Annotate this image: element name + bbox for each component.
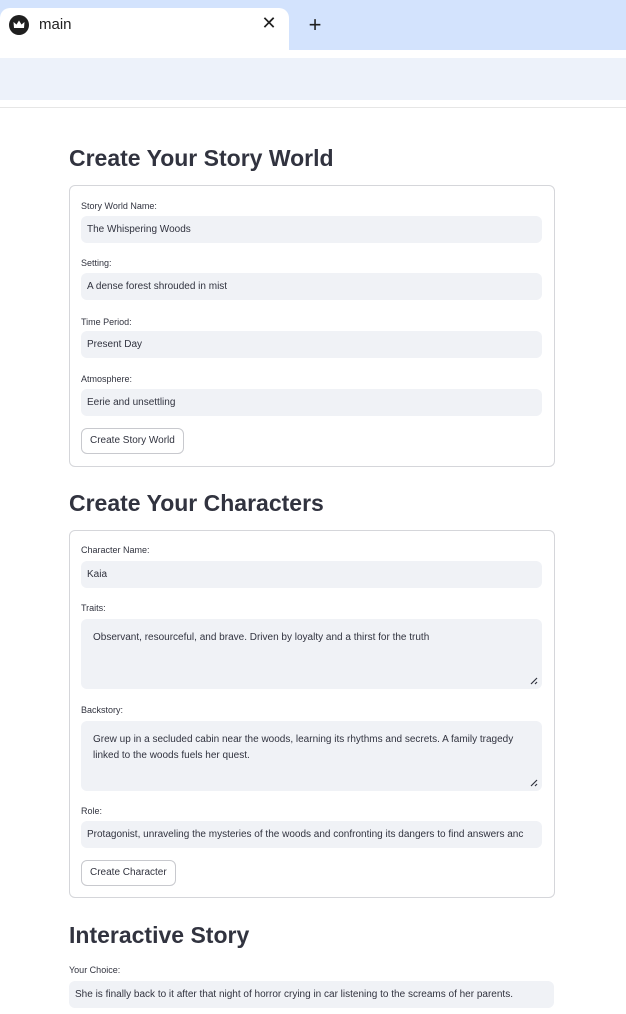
- story-world-name-input[interactable]: The Whispering Woods: [81, 216, 542, 243]
- time-period-input[interactable]: Present Day: [81, 331, 542, 358]
- character-form: Character Name: Kaia Traits: Observant, …: [69, 530, 555, 898]
- header-divider: [0, 107, 626, 108]
- browser-tab[interactable]: main ✕: [0, 8, 289, 50]
- your-choice-input[interactable]: She is finally back to it after that nig…: [69, 981, 554, 1008]
- story-world-name-label: Story World Name:: [81, 201, 157, 211]
- resize-handle-icon[interactable]: [528, 675, 538, 685]
- backstory-text: Grew up in a secluded cabin near the woo…: [93, 734, 514, 761]
- create-character-button[interactable]: Create Character: [81, 860, 176, 886]
- setting-input[interactable]: A dense forest shrouded in mist: [81, 273, 542, 300]
- backstory-label: Backstory:: [81, 705, 124, 715]
- tab-title: main: [39, 16, 72, 33]
- close-icon[interactable]: ✕: [259, 13, 279, 33]
- crown-icon: [9, 15, 29, 35]
- character-name-label: Character Name:: [81, 545, 150, 555]
- app-toolbar: [0, 58, 626, 100]
- story-world-form: Story World Name: The Whispering Woods S…: [69, 185, 555, 467]
- traits-text: Observant, resourceful, and brave. Drive…: [93, 632, 430, 643]
- interactive-story-heading: Interactive Story: [69, 922, 250, 948]
- create-story-world-button[interactable]: Create Story World: [81, 428, 184, 454]
- time-period-label: Time Period:: [81, 317, 132, 327]
- your-choice-label: Your Choice:: [69, 965, 121, 975]
- role-input[interactable]: Protagonist, unraveling the mysteries of…: [81, 821, 542, 848]
- traits-label: Traits:: [81, 603, 106, 613]
- character-name-input[interactable]: Kaia: [81, 561, 542, 588]
- atmosphere-label: Atmosphere:: [81, 374, 133, 384]
- setting-label: Setting:: [81, 258, 112, 268]
- characters-heading: Create Your Characters: [69, 490, 324, 516]
- browser-toolbar: [0, 50, 626, 58]
- role-label: Role:: [81, 806, 103, 816]
- browser-tab-strip: main ✕ +: [0, 0, 626, 50]
- atmosphere-input[interactable]: Eerie and unsettling: [81, 389, 542, 416]
- traits-textarea[interactable]: Observant, resourceful, and brave. Drive…: [81, 619, 542, 689]
- new-tab-icon[interactable]: +: [303, 13, 327, 37]
- backstory-textarea[interactable]: Grew up in a secluded cabin near the woo…: [81, 721, 542, 791]
- resize-handle-icon[interactable]: [528, 777, 538, 787]
- story-world-heading: Create Your Story World: [69, 145, 334, 171]
